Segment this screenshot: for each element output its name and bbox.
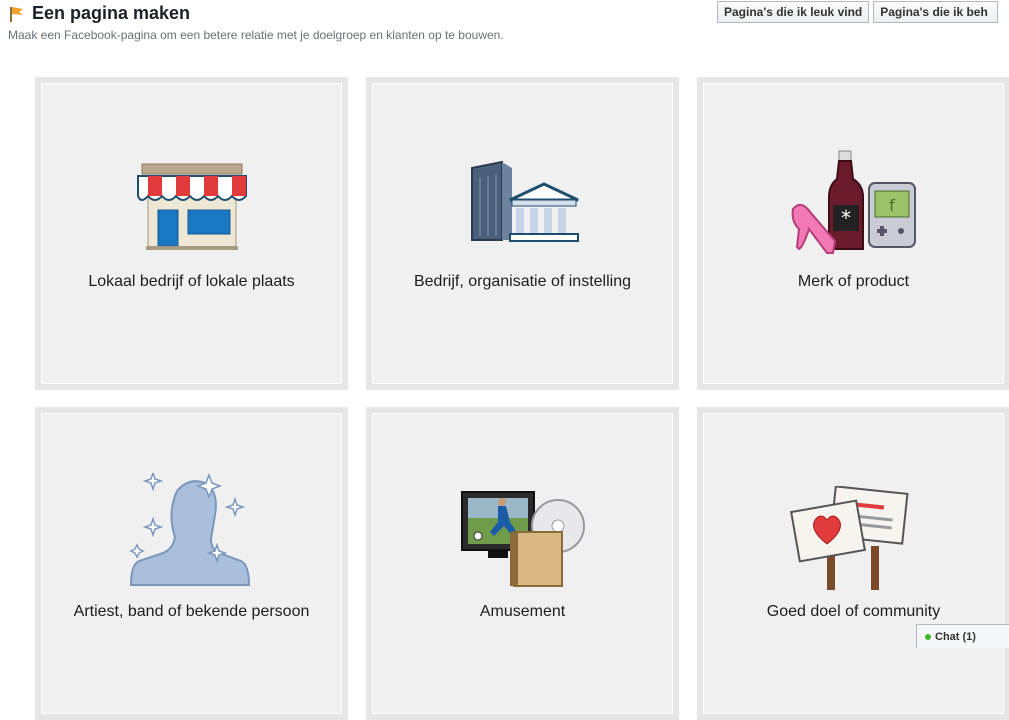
category-card-company[interactable]: Bedrijf, organisatie of instelling <box>366 77 679 390</box>
storefront-icon <box>136 163 247 250</box>
category-label: Artiest, band of bekende persoon <box>73 603 310 620</box>
category-label: Merk of product <box>797 273 910 290</box>
managed-pages-button[interactable]: Pagina's die ik beh <box>873 1 999 23</box>
online-status-icon <box>925 634 931 640</box>
buildings-icon <box>470 160 579 242</box>
page-header: Een pagina maken Maak een Facebook-pagin… <box>8 3 504 42</box>
category-card-entertainment[interactable]: Amusement <box>366 407 679 720</box>
category-label: Amusement <box>479 603 566 620</box>
category-label: Bedrijf, organisatie of instelling <box>413 273 631 290</box>
category-label: Lokaal bedrijf of lokale plaats <box>88 273 295 290</box>
page-title: Een pagina maken <box>32 3 191 23</box>
person-silhouette-icon <box>128 473 250 586</box>
svg-text:*: * <box>841 206 851 230</box>
category-card-charity[interactable]: Goed doel of community <box>697 407 1009 720</box>
chat-label: Chat (1) <box>935 631 976 643</box>
page-subtitle: Maak een Facebook-pagina om een betere r… <box>8 28 504 42</box>
top-button-bar: Pagina's die ik leuk vind Pagina's die i… <box>717 1 1002 23</box>
entertainment-icon <box>460 490 585 587</box>
products-icon: * f <box>791 150 916 254</box>
category-label: Goed doel of community <box>766 603 941 620</box>
category-card-local-business[interactable]: Lokaal bedrijf of lokale plaats <box>35 77 348 390</box>
liked-pages-button[interactable]: Pagina's die ik leuk vind <box>717 1 870 23</box>
svg-text:f: f <box>889 196 895 215</box>
flag-icon <box>10 6 23 22</box>
chat-tab[interactable]: Chat (1) <box>916 624 1009 648</box>
category-card-brand-product[interactable]: * f Merk of product <box>697 77 1009 390</box>
category-card-artist[interactable]: Artiest, band of bekende persoon <box>35 407 348 720</box>
protest-signs-icon <box>789 485 909 590</box>
